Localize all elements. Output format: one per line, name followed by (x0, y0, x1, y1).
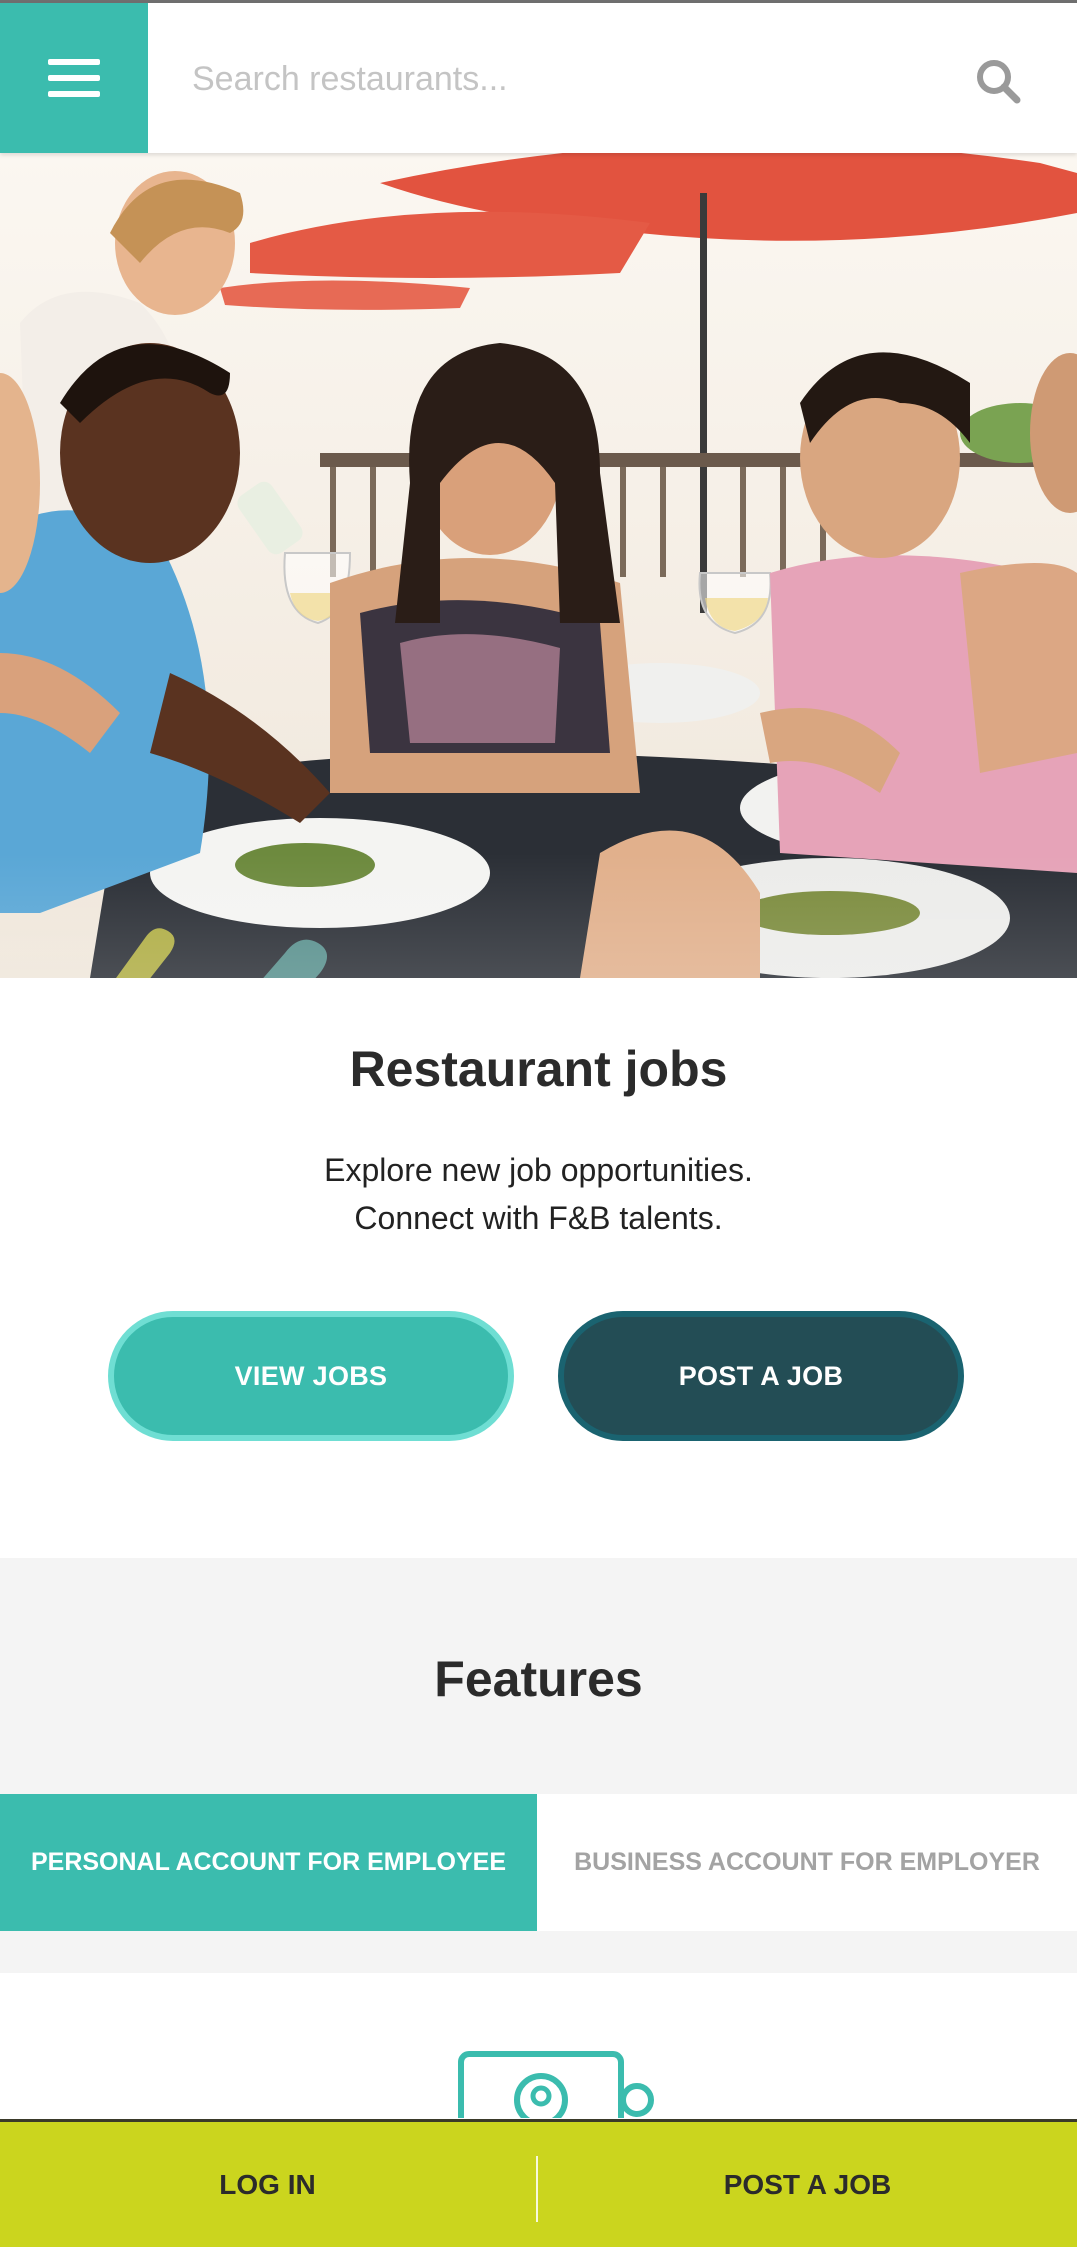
menu-button[interactable] (0, 3, 148, 153)
bottom-action-bar: LOG IN POST A JOB (0, 2119, 1077, 2247)
app-header (0, 3, 1077, 153)
page-title: Restaurant jobs (349, 1041, 728, 1097)
hamburger-icon (48, 59, 100, 97)
tab-personal-account[interactable]: PERSONAL ACCOUNT FOR EMPLOYEE (0, 1794, 537, 1931)
bottom-post-job-button[interactable]: POST A JOB (538, 2122, 1077, 2247)
tab-business-account[interactable]: BUSINESS ACCOUNT FOR EMPLOYER (537, 1794, 1077, 1931)
login-button[interactable]: LOG IN (0, 2122, 535, 2247)
cv-profile-icon (455, 2048, 675, 2118)
subtitle-line-2: Connect with F&B talents. (354, 1200, 723, 1236)
search-button[interactable] (968, 51, 1028, 111)
hero-image (0, 153, 1077, 978)
features-title: Features (434, 1651, 643, 1707)
view-jobs-button[interactable]: VIEW JOBS (108, 1311, 514, 1441)
intro-subtitle: Explore new job opportunities. Connect w… (0, 1146, 1077, 1242)
intro-section: Restaurant jobs Explore new job opportun… (0, 978, 1077, 1558)
subtitle-line-1: Explore new job opportunities. (324, 1152, 753, 1188)
search-input[interactable] (190, 41, 934, 117)
features-section: Features PERSONAL ACCOUNT FOR EMPLOYEE B… (0, 1558, 1077, 1973)
search-icon (977, 60, 1021, 104)
post-job-button[interactable]: POST A JOB (558, 1311, 964, 1441)
